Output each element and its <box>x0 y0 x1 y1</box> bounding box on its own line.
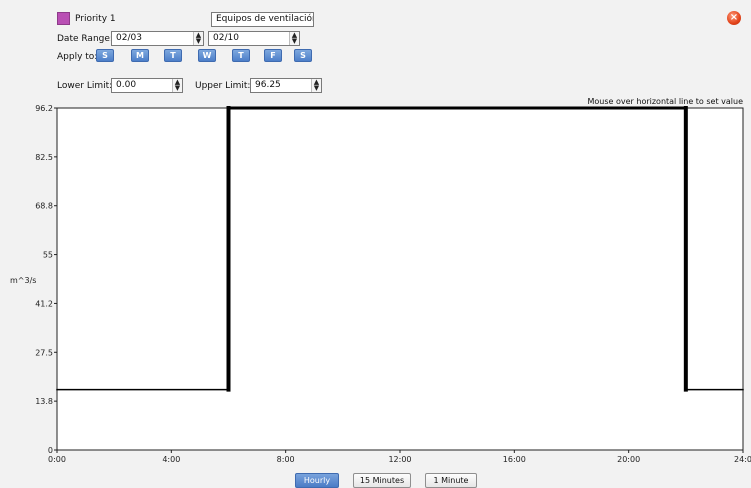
resolution-1-minute-button[interactable]: 1 Minute <box>425 473 477 488</box>
y-tick-label: 96.2 <box>35 104 53 113</box>
y-tick-label: 82.5 <box>35 153 53 162</box>
y-tick-label: 41.2 <box>35 299 53 308</box>
x-tick-label: 24:0 <box>734 455 751 464</box>
x-tick-label: 8:00 <box>277 455 295 464</box>
x-tick-label: 16:00 <box>503 455 526 464</box>
schedule-chart[interactable]: m^3/s 0 13.8 27.5 41.2 55 68.8 82.5 96.2 0:00 4:… <box>0 0 751 487</box>
x-tick-label: 0:00 <box>48 455 66 464</box>
y-axis-label: m^3/s <box>10 276 36 285</box>
y-tick-label: 68.8 <box>35 202 53 211</box>
y-tick-label: 13.8 <box>35 397 53 406</box>
y-tick-label: 27.5 <box>35 348 53 357</box>
x-tick-label: 20:00 <box>617 455 640 464</box>
y-tick-label: 55 <box>43 251 53 260</box>
x-tick-label: 4:00 <box>162 455 180 464</box>
plot-area <box>56 107 744 451</box>
resolution-hourly-button[interactable]: Hourly <box>295 473 339 488</box>
y-tick-label: 0 <box>48 446 53 455</box>
resolution-15-minutes-button[interactable]: 15 Minutes <box>353 473 411 488</box>
x-tick-label: 12:00 <box>388 455 411 464</box>
